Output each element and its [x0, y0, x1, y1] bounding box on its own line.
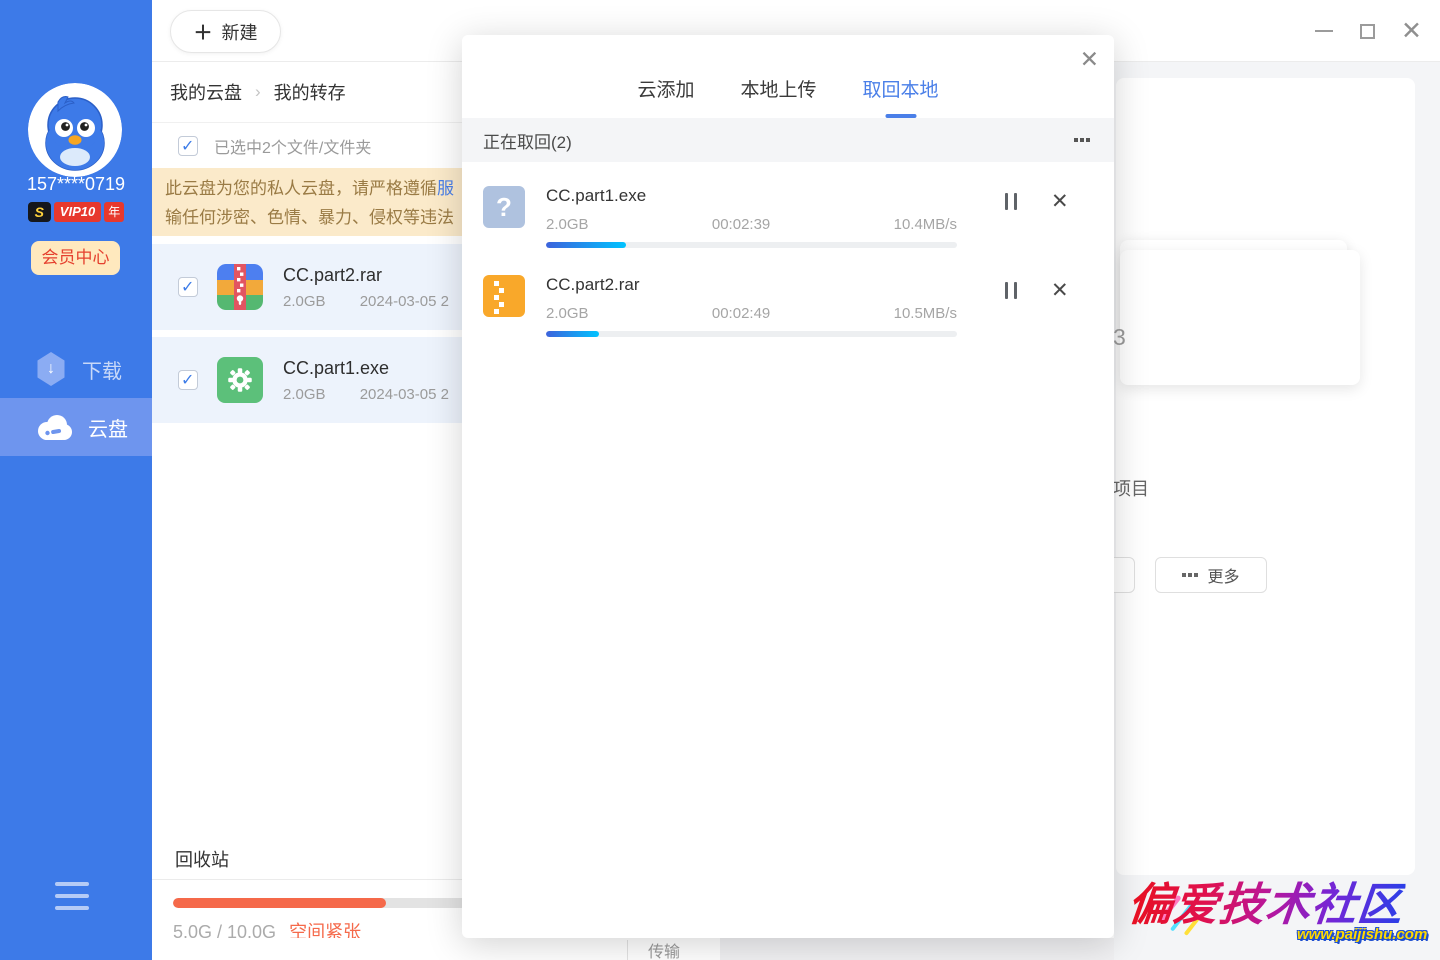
new-button-label: 新建	[222, 19, 258, 45]
vip-level-badge: VIP10	[54, 202, 101, 222]
sidebar-item-download[interactable]: ↓ 下载	[0, 340, 152, 398]
file-size: 2.0GB	[283, 293, 326, 310]
download-progressbar	[546, 331, 957, 337]
avatar[interactable]	[28, 83, 122, 177]
download-size: 2.0GB	[546, 305, 589, 322]
chevron-right-icon: ›	[255, 82, 261, 102]
tab-local-upload[interactable]: 本地上传	[740, 75, 816, 104]
exe-file-icon	[217, 357, 263, 403]
retrieving-section-header: 正在取回(2)	[462, 118, 1114, 162]
section-more-icon[interactable]	[1074, 138, 1090, 142]
unknown-file-icon: ?	[483, 186, 525, 228]
recycle-bin-link[interactable]: 回收站	[175, 846, 229, 872]
section-title: 正在取回(2)	[483, 128, 572, 153]
file-date: 2024-03-05 2	[360, 386, 449, 403]
window-controls: ✕	[1314, 0, 1422, 62]
sidebar-item-cloud-disk[interactable]: 云盘	[0, 398, 152, 456]
cancel-download-button[interactable]: ✕	[1051, 280, 1069, 301]
items-label-fragment: 项目	[1113, 475, 1149, 501]
sidebar-item-label: 下载	[82, 355, 122, 384]
zip-file-icon	[483, 275, 525, 317]
plus-icon: ＋	[193, 18, 212, 45]
vip-s-icon: S	[28, 202, 51, 222]
download-time: 00:02:39	[712, 216, 770, 233]
bottom-bar: 传输	[152, 938, 1114, 960]
download-size: 2.0GB	[546, 216, 589, 233]
download-speed: 10.4MB/s	[894, 216, 957, 233]
divider	[627, 940, 628, 960]
vip-badge[interactable]: S VIP10 年	[0, 202, 152, 222]
cancel-download-button[interactable]: ✕	[1051, 191, 1069, 212]
new-button[interactable]: ＋ 新建	[170, 10, 281, 53]
download-row: ? CC.part1.exe 2.0GB 00:02:39 10.4MB/s ✕	[462, 186, 1114, 248]
transfer-tab[interactable]: 传输	[648, 938, 680, 960]
download-speed: 10.5MB/s	[894, 305, 957, 322]
right-panel: 3 项目 更多	[1114, 62, 1440, 960]
modal-tabs: 云添加 本地上传 取回本地	[462, 35, 1114, 118]
minimize-button[interactable]	[1314, 21, 1334, 41]
notice-line1: 此云盘为您的私人云盘，请严格遵循	[165, 179, 437, 198]
download-list: ? CC.part1.exe 2.0GB 00:02:39 10.4MB/s ✕	[462, 162, 1114, 337]
maximize-button[interactable]	[1360, 24, 1375, 39]
storage-progress-fill	[173, 898, 386, 908]
selection-count-label: 已选中2个文件/文件夹	[214, 134, 371, 158]
transfer-modal: ✕ 云添加 本地上传 取回本地 正在取回(2) ? CC.part1.exe 2…	[462, 35, 1114, 938]
window-close-button[interactable]: ✕	[1401, 21, 1422, 41]
preview-card-front	[1120, 250, 1360, 385]
detail-card: 3 项目 更多	[1116, 78, 1415, 875]
download-time: 00:02:49	[712, 305, 770, 322]
breadcrumb-current[interactable]: 我的转存	[274, 79, 346, 105]
notice-link[interactable]: 服	[437, 179, 454, 198]
file-checkbox[interactable]	[178, 277, 198, 297]
sidebar-item-label: 云盘	[88, 413, 128, 442]
more-dots-icon	[1182, 573, 1198, 577]
file-name: CC.part2.rar	[283, 265, 449, 286]
rar-file-icon	[217, 264, 263, 310]
pause-button[interactable]	[1005, 280, 1017, 299]
more-button-label: 更多	[1207, 563, 1239, 587]
user-phone: 157****0719	[0, 174, 152, 195]
select-all-checkbox[interactable]	[178, 136, 198, 156]
download-name: CC.part2.rar	[546, 275, 957, 295]
file-date: 2024-03-05 2	[360, 293, 449, 310]
cloud-icon	[36, 414, 72, 441]
sidebar: 157****0719 S VIP10 年 会员中心 ↓ 下载 云盘	[0, 0, 152, 960]
app-window: ＋ 新建 ✕ 157****0719 S	[0, 0, 1440, 960]
file-size: 2.0GB	[283, 386, 326, 403]
download-name: CC.part1.exe	[546, 186, 957, 206]
hamburger-menu-icon[interactable]	[55, 882, 89, 918]
download-progressbar	[546, 242, 957, 248]
more-button[interactable]: 更多	[1155, 557, 1267, 593]
vip-year-badge: 年	[104, 202, 124, 222]
breadcrumb-root[interactable]: 我的云盘	[170, 79, 242, 105]
file-name: CC.part1.exe	[283, 358, 449, 379]
file-checkbox[interactable]	[178, 370, 198, 390]
tab-cloud-add[interactable]: 云添加	[637, 75, 694, 104]
member-center-button[interactable]: 会员中心	[31, 241, 120, 275]
download-progress-fill	[546, 242, 626, 248]
pause-button[interactable]	[1005, 191, 1017, 210]
modal-close-icon[interactable]: ✕	[1080, 48, 1099, 71]
download-icon: ↓	[36, 352, 66, 386]
download-row: CC.part2.rar 2.0GB 00:02:49 10.5MB/s ✕	[462, 275, 1114, 337]
item-count-fragment: 3	[1113, 324, 1126, 351]
tab-retrieve-local[interactable]: 取回本地	[863, 75, 939, 104]
download-progress-fill	[546, 331, 599, 337]
